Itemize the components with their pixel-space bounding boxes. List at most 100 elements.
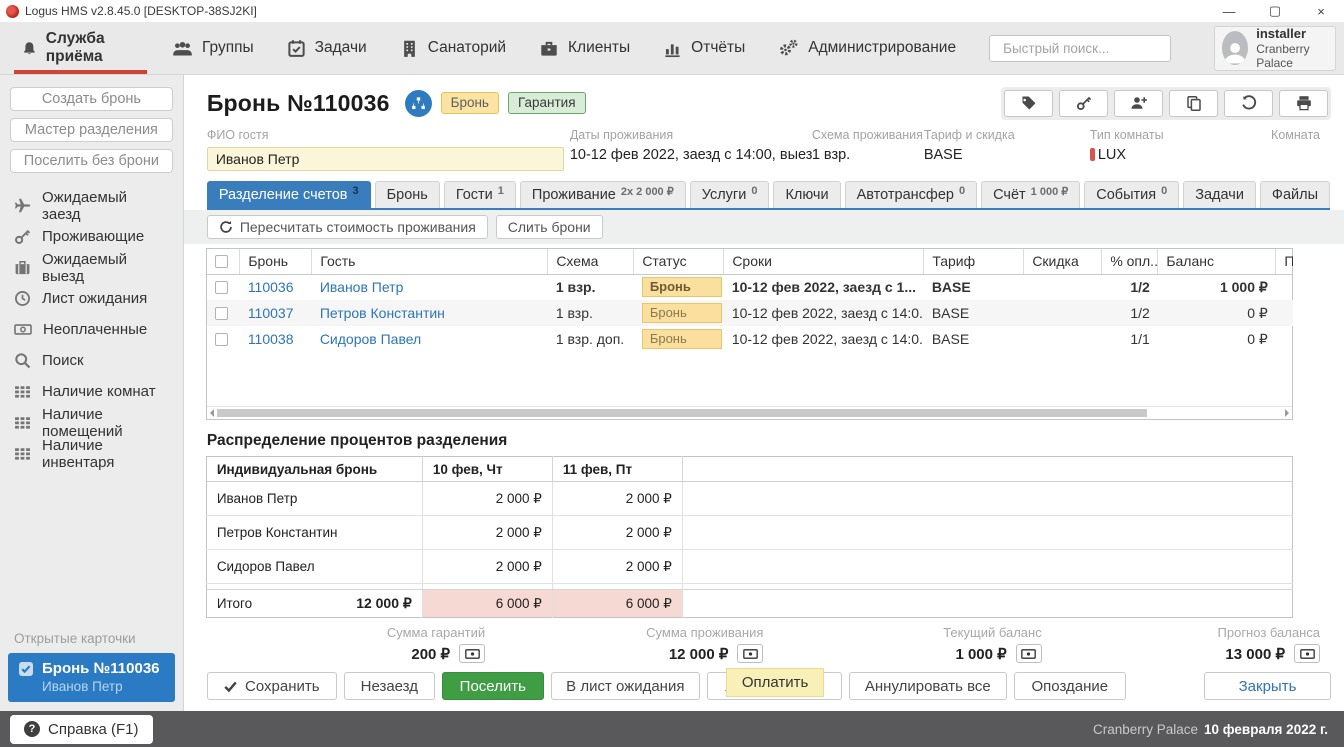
tab-lodging[interactable]: Проживание2х 2 000 ₽ <box>520 181 686 208</box>
balance-payment-button[interactable] <box>1016 644 1042 663</box>
current-balance-label: Текущий баланс <box>763 625 1041 640</box>
tab-keys[interactable]: Ключи <box>773 181 840 208</box>
banknote-icon <box>14 321 32 338</box>
tab-services[interactable]: Услуги0 <box>690 181 770 208</box>
scroll-right-arrow[interactable] <box>1285 409 1289 417</box>
tags-button[interactable] <box>1004 90 1053 117</box>
no-show-button[interactable]: Незаезд <box>344 672 435 700</box>
add-guest-button[interactable] <box>1114 90 1163 117</box>
forecast-payment-button[interactable] <box>1294 644 1320 663</box>
annul-button[interactable]: Аннулировать Оплатить <box>707 672 842 700</box>
guarantee-payment-button[interactable] <box>459 644 485 663</box>
tab-bill-split[interactable]: Разделение счетов3 <box>207 181 371 208</box>
suitcase-icon <box>14 259 31 276</box>
table-row[interactable]: 110036 Иванов Петр 1 взр. Бронь 10-12 фе… <box>207 274 1293 300</box>
tab-events[interactable]: События0 <box>1084 181 1179 208</box>
sidebar-item-expected-arrival[interactable]: Ожидаемый заезд <box>0 190 183 221</box>
dates-value[interactable]: 10-12 фев 2022, заезд с 14:00, выез... <box>570 147 812 163</box>
help-button[interactable]: ? Справка (F1) <box>10 715 153 744</box>
scheme-value[interactable]: 1 взр. <box>812 147 924 163</box>
cell-day1-amount[interactable]: 2 000 ₽ <box>422 516 552 550</box>
check-in-button[interactable]: Поселить <box>442 672 544 700</box>
lodging-payment-button[interactable] <box>737 644 763 663</box>
horizontal-scrollbar[interactable] <box>207 406 1292 419</box>
tab-tasks[interactable]: Задачи <box>1183 181 1256 208</box>
nav-item-front-desk[interactable]: Служба приёма <box>22 22 139 74</box>
sidebar-item-inhouse-guests[interactable]: Проживающие <box>0 221 183 252</box>
tab-files[interactable]: Файлы <box>1260 181 1330 208</box>
pay-button[interactable]: Оплатить <box>726 668 825 697</box>
scrollbar-thumb[interactable] <box>217 409 1147 417</box>
waitlist-button[interactable]: В лист ожидания <box>551 672 700 700</box>
cell-guest[interactable]: Петров Константин <box>312 300 548 326</box>
recalculate-button[interactable]: Пересчитать стоимость проживания <box>207 215 488 239</box>
sidebar-item-room-availability[interactable]: Наличие комнат <box>0 376 183 407</box>
distribution-row[interactable]: Иванов Петр 2 000 ₽ 2 000 ₽ <box>206 482 1292 516</box>
copy-button[interactable] <box>1169 90 1218 117</box>
cell-discount <box>1024 326 1102 352</box>
page-title: Бронь №110036 <box>207 90 390 117</box>
cell-day2-amount[interactable]: 2 000 ₽ <box>552 550 682 584</box>
cell-booking-id[interactable]: 110037 <box>240 300 312 326</box>
cell-booking-id[interactable]: 110036 <box>240 274 312 300</box>
row-checkbox[interactable] <box>215 281 228 294</box>
merge-bookings-button[interactable]: Слить брони <box>496 215 603 239</box>
tab-account[interactable]: Счёт1 000 ₽ <box>981 181 1080 208</box>
annul-all-button[interactable]: Аннулировать все <box>849 672 1007 700</box>
nav-item-clients[interactable]: Клиенты <box>539 22 630 74</box>
clock-icon <box>14 290 31 307</box>
nav-item-administration[interactable]: Администрирование <box>778 22 956 74</box>
keys-button[interactable] <box>1059 90 1108 117</box>
scroll-left-arrow[interactable] <box>210 409 214 417</box>
sidebar-item-search[interactable]: Поиск <box>0 345 183 376</box>
nav-item-reports[interactable]: Отчёты <box>663 22 745 74</box>
sidebar-item-unpaid[interactable]: Неоплаченные <box>0 314 183 345</box>
split-hierarchy-icon[interactable] <box>405 90 432 117</box>
close-button[interactable]: × <box>1298 0 1344 22</box>
user-panel[interactable]: installer Cranberry Palace <box>1214 26 1336 71</box>
cell-day1-amount[interactable]: 2 000 ₽ <box>422 482 552 516</box>
nav-item-tasks[interactable]: Задачи <box>287 22 367 74</box>
tab-transfer[interactable]: Автотрансфер0 <box>845 181 978 208</box>
sidebar-item-inventory-availability[interactable]: Наличие инвентаря <box>0 438 183 469</box>
late-button[interactable]: Опоздание <box>1014 672 1126 700</box>
cell-day1-amount[interactable]: 2 000 ₽ <box>422 550 552 584</box>
user-name: installer <box>1256 26 1328 42</box>
save-button[interactable]: Сохранить <box>207 672 337 700</box>
select-all-checkbox[interactable] <box>215 255 228 268</box>
cell-booking-id[interactable]: 110038 <box>240 326 312 352</box>
window-title: Logus HMS v2.8.45.0 [DESKTOP-38SJ2KI] <box>25 4 257 18</box>
row-checkbox[interactable] <box>215 307 228 320</box>
cell-day2-amount[interactable]: 2 000 ₽ <box>552 482 682 516</box>
table-row[interactable]: 110037 Петров Константин 1 взр. Бронь 10… <box>207 300 1293 326</box>
cell-guest[interactable]: Иванов Петр <box>312 274 548 300</box>
guest-name-input[interactable] <box>207 147 564 171</box>
close-card-button[interactable]: Закрыть <box>1204 672 1331 700</box>
nav-item-sanatorium[interactable]: Санаторий <box>400 22 506 74</box>
cell-day2-amount[interactable]: 2 000 ₽ <box>552 516 682 550</box>
tariff-value[interactable]: BASE <box>924 147 1090 163</box>
distribution-row[interactable]: Петров Константин 2 000 ₽ 2 000 ₽ <box>206 516 1292 550</box>
maximize-button[interactable]: ▢ <box>1252 0 1298 22</box>
split-wizard-button[interactable]: Мастер разделения <box>10 118 173 142</box>
distribution-row[interactable]: Сидоров Павел 2 000 ₽ 2 000 ₽ <box>206 550 1292 584</box>
forecast-balance-value: 13 000 ₽ <box>1225 645 1285 663</box>
nav-item-groups[interactable]: Группы <box>172 22 254 74</box>
tab-booking[interactable]: Бронь <box>375 181 440 208</box>
create-booking-button[interactable]: Создать бронь <box>10 87 173 111</box>
cell-balance: 0 ₽ <box>1158 326 1276 352</box>
print-button[interactable] <box>1279 90 1328 117</box>
checkin-without-booking-button[interactable]: Поселить без брони <box>10 149 173 173</box>
history-button[interactable] <box>1224 90 1273 117</box>
open-card-booking[interactable]: Бронь №110036 Иванов Петр <box>8 653 175 702</box>
search-input[interactable] <box>1003 41 1180 56</box>
sidebar-item-waiting-list[interactable]: Лист ожидания <box>0 283 183 314</box>
sidebar-item-facility-availability[interactable]: Наличие помещений <box>0 407 183 438</box>
table-row[interactable]: 110038 Сидоров Павел 1 взр. доп. Бронь 1… <box>207 326 1293 352</box>
roomtype-value[interactable]: LUX <box>1098 147 1126 163</box>
tab-guests[interactable]: Гости1 <box>444 181 516 208</box>
row-checkbox[interactable] <box>215 333 228 346</box>
sidebar-item-expected-departure[interactable]: Ожидаемый выезд <box>0 252 183 283</box>
minimize-button[interactable]: — <box>1206 0 1252 22</box>
cell-guest[interactable]: Сидоров Павел <box>312 326 548 352</box>
